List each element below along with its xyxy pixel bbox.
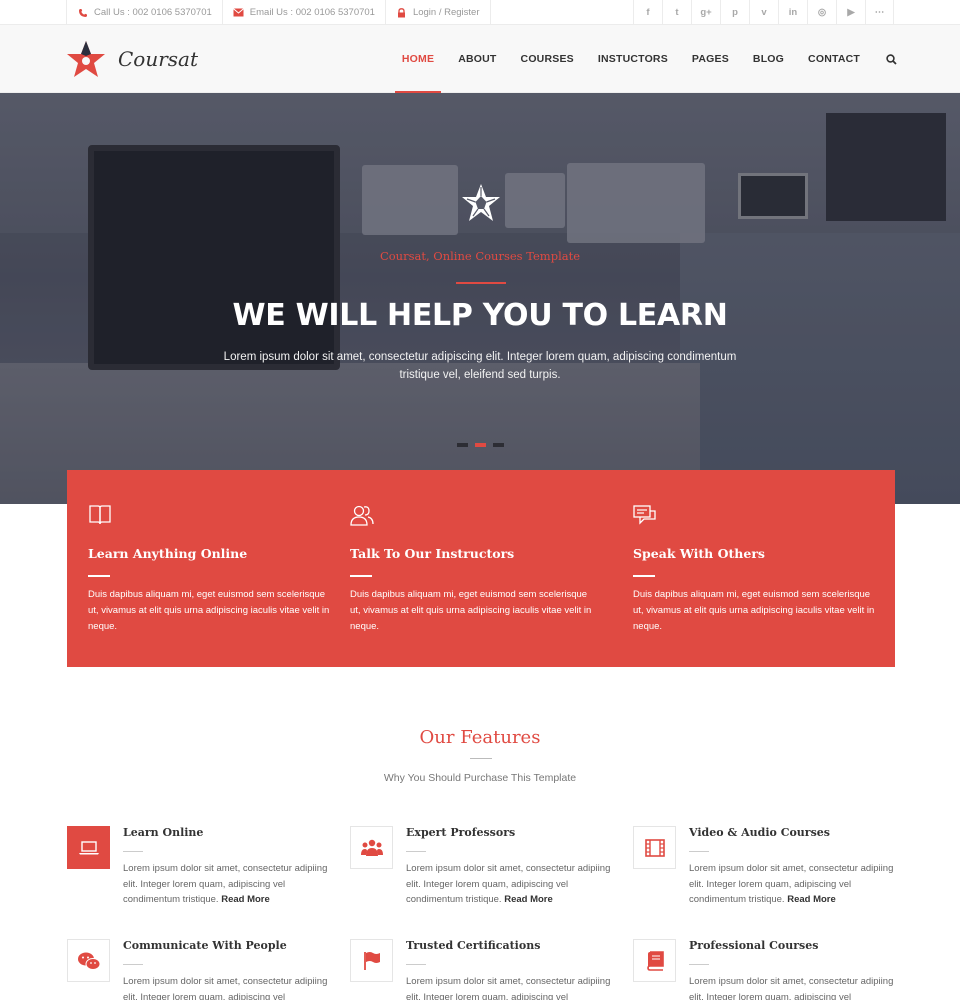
rss-icon[interactable]: ⋯ (865, 0, 894, 25)
hero-slider: Coursat, Online Courses Template WE WILL… (0, 93, 960, 504)
highlight-text: Duis dapibus aliquam mi, eget euismod se… (350, 589, 592, 632)
group-icon (350, 826, 393, 869)
login-register-link[interactable]: Login / Register (386, 0, 491, 25)
pinterest-icon[interactable]: p (720, 0, 749, 25)
highlight-text: Duis dapibus aliquam mi, eget euismod se… (88, 589, 330, 632)
feature-divider (123, 851, 143, 852)
nav-home[interactable]: HOME (394, 25, 442, 93)
highlight-divider (88, 575, 110, 577)
lock-icon (396, 7, 407, 18)
email-us-text: Email Us : 002 0106 5370701 (249, 7, 375, 18)
nav-pages[interactable]: PAGES (692, 25, 729, 93)
call-us-text: Call Us : 002 0106 5370701 (94, 7, 212, 18)
highlight-title: Speak With Others (633, 546, 765, 561)
nav-instructors[interactable]: INSTUCTORS (598, 25, 668, 93)
vimeo-icon[interactable]: v (749, 0, 778, 25)
features-divider (470, 758, 492, 759)
film-icon (633, 826, 676, 869)
logo-text: Coursat (118, 47, 199, 71)
wechat-icon (67, 939, 110, 982)
slider-dot[interactable] (457, 443, 468, 447)
login-register-text: Login / Register (412, 7, 480, 18)
feature-title: Expert Professors (406, 826, 516, 839)
linkedin-icon[interactable]: in (778, 0, 807, 25)
users-icon (350, 505, 374, 526)
feature-divider (123, 964, 143, 965)
highlight-divider (633, 575, 655, 577)
search-icon[interactable] (886, 53, 898, 65)
site-header: Coursat HOME ABOUT COURSES INSTUCTORS PA… (0, 25, 960, 93)
feature-item: Professional Courses Lorem ipsum dolor s… (633, 939, 903, 1000)
feature-text-body: Lorem ipsum dolor sit amet, consectetur … (406, 976, 611, 1000)
main-nav: HOME ABOUT COURSES INSTUCTORS PAGES BLOG… (378, 25, 898, 93)
nav-about[interactable]: ABOUT (458, 25, 496, 93)
email-us[interactable]: Email Us : 002 0106 5370701 (223, 0, 386, 25)
features-subtitle: Why You Should Purchase This Template (383, 772, 577, 784)
feature-text: Lorem ipsum dolor sit amet, consectetur … (406, 861, 620, 908)
features-title: Our Features (419, 727, 541, 748)
feature-text: Lorem ipsum dolor sit amet, consectetur … (689, 974, 903, 1000)
top-bar: Call Us : 002 0106 5370701 Email Us : 00… (0, 0, 960, 25)
highlight-title: Learn Anything Online (88, 546, 248, 561)
feature-divider (689, 851, 709, 852)
logo[interactable]: Coursat (66, 40, 198, 78)
nav-contact[interactable]: CONTACT (808, 25, 860, 93)
feature-item: Expert Professors Lorem ipsum dolor sit … (350, 826, 620, 936)
read-more-link[interactable]: Read More (787, 894, 836, 905)
dribbble-icon[interactable]: ◎ (807, 0, 836, 25)
feature-text-body: Lorem ipsum dolor sit amet, consectetur … (123, 976, 328, 1000)
chat-icon (633, 505, 656, 525)
hero-content: Coursat, Online Courses Template WE WILL… (0, 93, 960, 504)
twitter-icon[interactable]: t (662, 0, 691, 25)
book-closed-icon (633, 939, 676, 982)
highlights-box: Learn Anything Online Duis dapibus aliqu… (67, 470, 895, 667)
phone-icon (77, 8, 88, 18)
feature-item: Learn Online Lorem ipsum dolor sit amet,… (67, 826, 337, 936)
feature-text: Lorem ipsum dolor sit amet, consectetur … (406, 974, 620, 1000)
feature-item: Video & Audio Courses Lorem ipsum dolor … (633, 826, 903, 936)
feature-item: Communicate With People Lorem ipsum dolo… (67, 939, 337, 1000)
hero-text: Lorem ipsum dolor sit amet, consectetur … (223, 351, 737, 381)
youtube-icon[interactable]: ▶ (836, 0, 865, 25)
feature-title: Professional Courses (689, 939, 819, 952)
feature-title: Video & Audio Courses (689, 826, 830, 839)
social-links: f t g+ p v in ◎ ▶ ⋯ (633, 0, 894, 25)
slider-dot[interactable] (475, 443, 486, 447)
feature-item: Trusted Certifications Lorem ipsum dolor… (350, 939, 620, 1000)
star-badge-icon (462, 184, 500, 221)
feature-text: Lorem ipsum dolor sit amet, consectetur … (689, 861, 903, 908)
google-plus-icon[interactable]: g+ (691, 0, 720, 25)
feature-title: Communicate With People (123, 939, 287, 952)
hero-subtitle: Coursat, Online Courses Template (379, 249, 581, 263)
envelope-icon (232, 8, 244, 17)
feature-text-body: Lorem ipsum dolor sit amet, consectetur … (689, 976, 894, 1000)
book-icon (89, 505, 111, 525)
read-more-link[interactable]: Read More (504, 894, 553, 905)
feature-divider (406, 851, 426, 852)
read-more-link[interactable]: Read More (221, 894, 270, 905)
star-logo-icon (67, 41, 105, 77)
call-us[interactable]: Call Us : 002 0106 5370701 (66, 0, 223, 25)
hero-divider (456, 282, 506, 284)
highlight-title: Talk To Our Instructors (350, 546, 515, 561)
flag-icon (350, 939, 393, 982)
facebook-icon[interactable]: f (633, 0, 662, 25)
feature-divider (406, 964, 426, 965)
nav-courses[interactable]: COURSES (521, 25, 574, 93)
laptop-icon (67, 826, 110, 869)
feature-divider (689, 964, 709, 965)
feature-title: Learn Online (123, 826, 204, 839)
highlight-divider (350, 575, 372, 577)
nav-blog[interactable]: BLOG (753, 25, 784, 93)
feature-text: Lorem ipsum dolor sit amet, consectetur … (123, 861, 337, 908)
highlight-text: Duis dapibus aliquam mi, eget euismod se… (633, 589, 875, 632)
hero-title: WE WILL HELP YOU TO LEARN (232, 298, 728, 333)
slider-dot[interactable] (493, 443, 504, 447)
feature-text: Lorem ipsum dolor sit amet, consectetur … (123, 974, 337, 1000)
feature-title: Trusted Certifications (406, 939, 541, 952)
slider-dots (457, 443, 511, 447)
